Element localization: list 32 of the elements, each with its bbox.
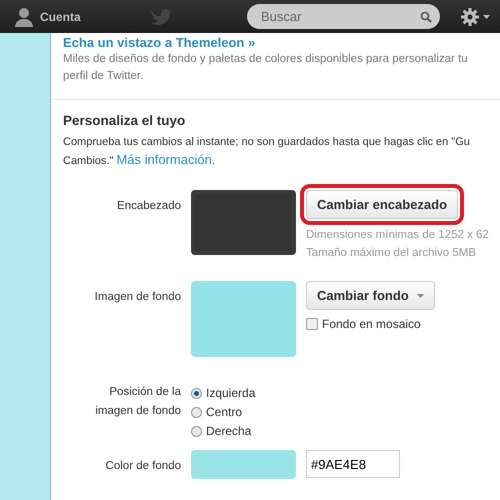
position-label: Posición de la imagen de fondo [94, 385, 181, 419]
radio-label: Derecha [206, 424, 252, 438]
search-icon [420, 10, 432, 22]
user-icon [14, 6, 34, 26]
bird-icon [148, 6, 173, 26]
header-hint: Dimensiones mínimas de 1252 x 62 [306, 228, 490, 243]
tile-checkbox[interactable] [306, 318, 318, 330]
background-color-label: Color de fondo [104, 459, 181, 474]
background-image-label: Imagen de fondo [94, 290, 181, 305]
themeleon-link[interactable]: Echa un vistazo a Themeleon » [63, 35, 500, 50]
header-hint: Tamaño máximo del archivo 5MB [306, 246, 478, 261]
search-box[interactable]: Buscar [247, 4, 440, 29]
promo-text: Miles de diseños de fondo y paletas de colores disponibles para personalizar tu perfil de Twitter. [63, 52, 469, 84]
radio-label: Centro [206, 405, 242, 419]
settings-icon [460, 6, 480, 26]
settings-menu[interactable] [460, 6, 490, 26]
search-field[interactable]: Buscar [259, 8, 420, 25]
radio-button[interactable] [191, 426, 202, 436]
caret-icon [416, 294, 424, 298]
caret-icon [483, 14, 490, 18]
tile-label: Fondo en mosaico [322, 317, 421, 331]
header-label: Encabezado [116, 199, 181, 214]
radio-button[interactable] [191, 388, 202, 398]
color-swatch[interactable] [191, 450, 296, 479]
section-title: Personaliza el tuyo [63, 113, 186, 128]
more-info-link[interactable]: Más información [116, 152, 212, 167]
instructions-text: Comprueba tus cambios al instante; no son guardados hasta que hagas clic en "Gu Cambios." Más información. [63, 135, 471, 169]
change-background-button[interactable]: Cambiar fondo [306, 281, 435, 310]
radio-button[interactable] [191, 406, 202, 418]
account-menu[interactable]: Cuenta [40, 10, 81, 24]
radio-label: Izquierda [206, 386, 256, 400]
color-input[interactable]: #9AE4E8 [306, 450, 400, 478]
